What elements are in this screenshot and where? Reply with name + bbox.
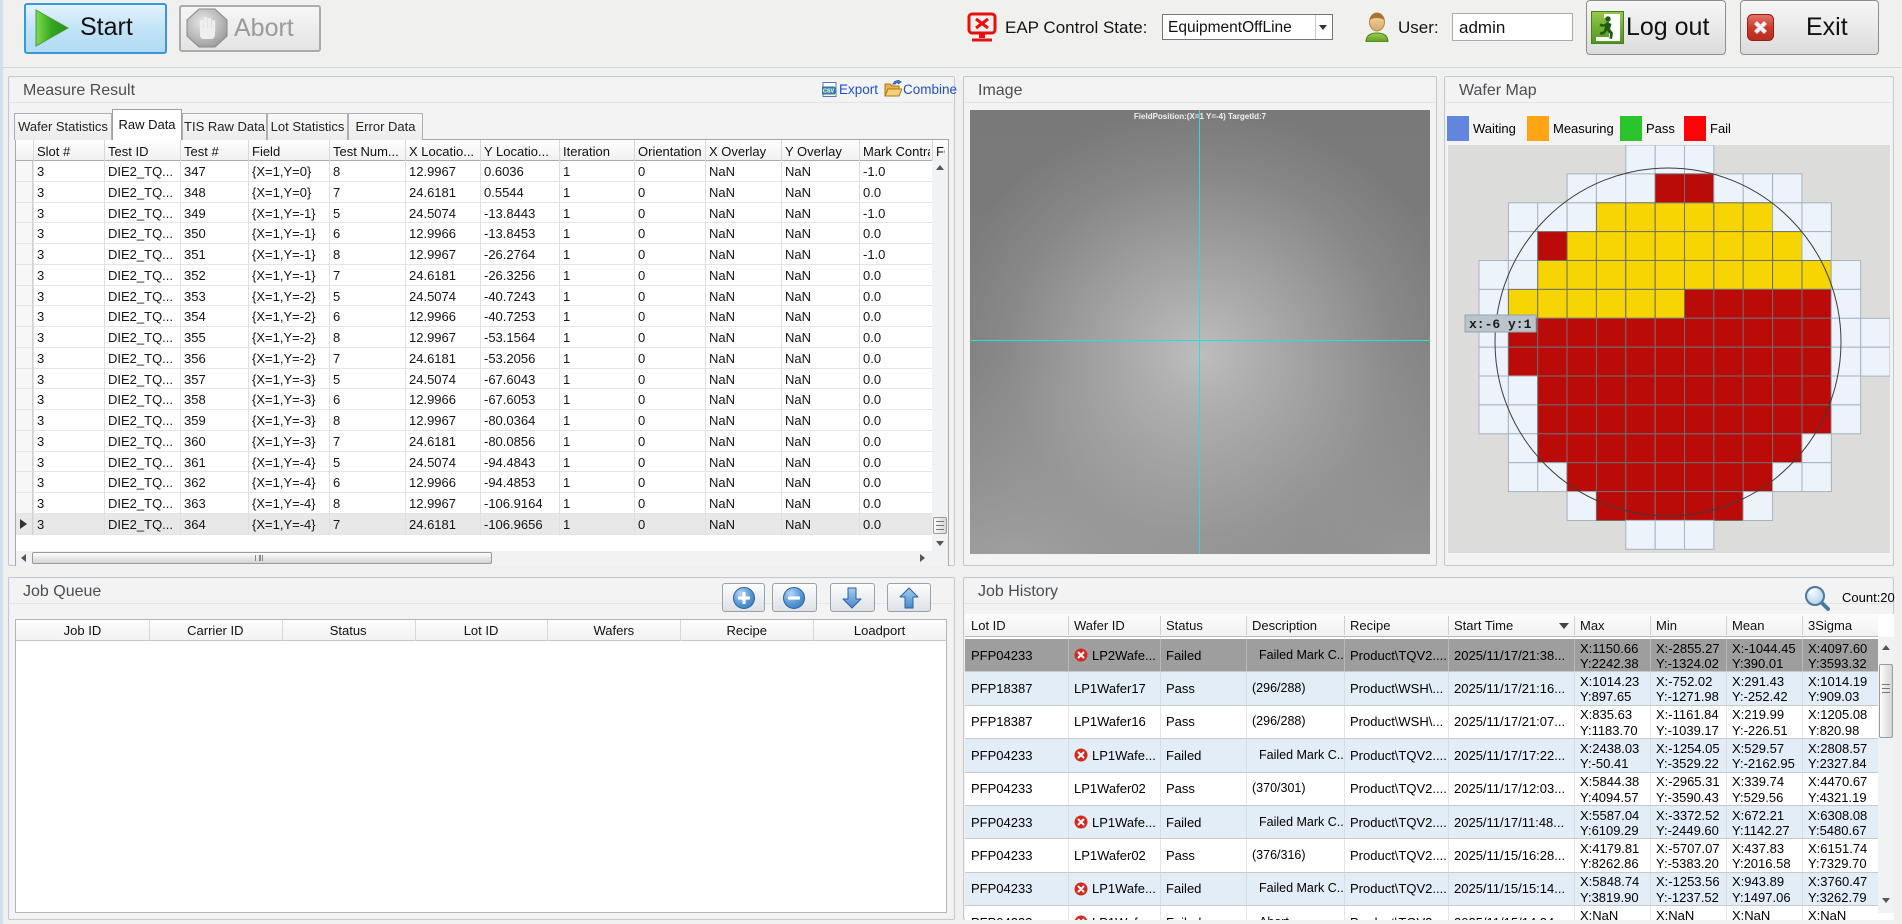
svg-text:CSV: CSV bbox=[823, 89, 835, 95]
svg-text:x:-6 y:1: x:-6 y:1 bbox=[1469, 317, 1532, 332]
